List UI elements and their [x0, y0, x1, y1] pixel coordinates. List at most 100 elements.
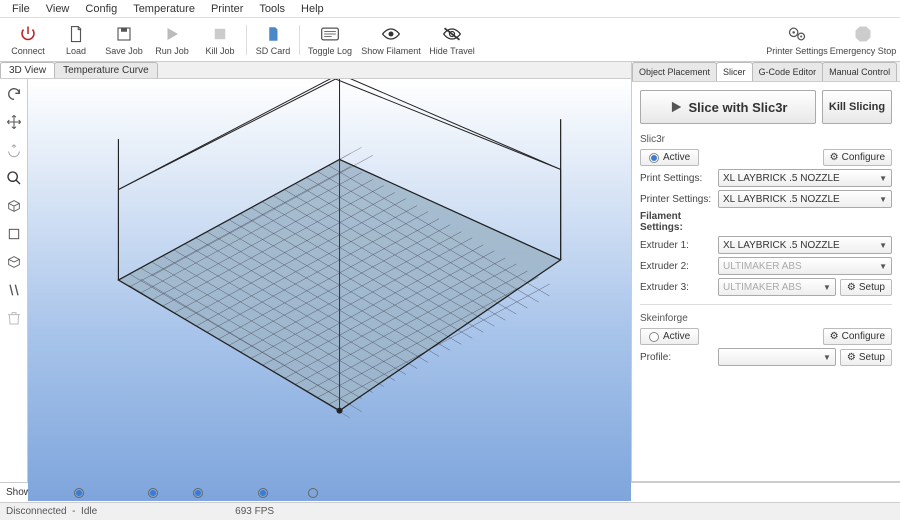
connect-button[interactable]: Connect — [4, 18, 52, 62]
extruder1-label: Extruder 1: — [640, 240, 714, 251]
menu-help[interactable]: Help — [293, 3, 332, 15]
play-icon — [669, 100, 683, 114]
printer-settings-button[interactable]: Printer Settings — [764, 18, 830, 62]
load-label: Load — [66, 46, 86, 56]
iso-view-tool[interactable] — [3, 195, 25, 217]
tab-temperature-curve[interactable]: Temperature Curve — [54, 62, 158, 78]
menu-printer[interactable]: Printer — [203, 3, 251, 15]
eye-icon — [381, 24, 401, 44]
save-label: Save Job — [105, 46, 143, 56]
eye-off-icon — [442, 24, 462, 44]
kill-label: Kill Job — [205, 46, 234, 56]
tab-3d-view[interactable]: 3D View — [0, 62, 55, 78]
extruder2-select: ULTIMAKER ABS▼ — [718, 257, 892, 275]
stop-icon — [210, 24, 230, 44]
slicer-panel: Slice with Slic3r Kill Slicing Slic3r Ac… — [632, 82, 900, 481]
extruder3-label: Extruder 3: — [640, 282, 714, 293]
estop-label: Emergency Stop — [830, 46, 897, 56]
reset-view-tool[interactable] — [3, 83, 25, 105]
toggle-log-button[interactable]: Toggle Log — [302, 18, 358, 62]
sd-card-button[interactable]: SD Card — [249, 18, 297, 62]
skeinforge-active-radio[interactable]: Active — [640, 328, 699, 345]
main-toolbar: Connect Load Save Job Run Job Kill Job S… — [0, 18, 900, 62]
profile-label: Profile: — [640, 352, 714, 363]
left-body — [0, 79, 631, 501]
menu-view[interactable]: View — [38, 3, 78, 15]
status-bar: Disconnected - Idle 693 FPS — [0, 502, 900, 520]
3d-viewport[interactable] — [28, 79, 631, 501]
run-job-button[interactable]: Run Job — [148, 18, 196, 62]
profile-select[interactable]: ▼ — [718, 348, 836, 366]
filament-settings-label: Filament Settings: — [640, 211, 714, 233]
active-label: Active — [663, 152, 690, 163]
extruder1-select[interactable]: XL LAYBRICK .5 NOZZLE ▼ — [718, 236, 892, 254]
save-job-button[interactable]: Save Job — [100, 18, 148, 62]
slic3r-configure-button[interactable]: ⚙Configure — [823, 149, 892, 166]
menu-config[interactable]: Config — [77, 3, 125, 15]
extruder2-label: Extruder 2: — [640, 261, 714, 272]
show-filament-button[interactable]: Show Filament — [358, 18, 424, 62]
right-tabs: Object Placement Slicer G-Code Editor Ma… — [632, 62, 900, 82]
chevron-down-icon: ▼ — [823, 283, 831, 292]
kill-slicing-button[interactable]: Kill Slicing — [822, 90, 892, 124]
slic3r-active-radio[interactable]: Active — [640, 149, 699, 166]
menu-bar: File View Config Temperature Printer Too… — [0, 0, 900, 18]
menu-file[interactable]: File — [4, 3, 38, 15]
connect-label: Connect — [11, 46, 45, 56]
chevron-down-icon: ▼ — [823, 353, 831, 362]
menu-temperature[interactable]: Temperature — [125, 3, 203, 15]
tab-manual-control[interactable]: Manual Control — [822, 62, 897, 81]
skeinforge-setup-button[interactable]: ⚙Setup — [840, 349, 892, 366]
gears-icon — [787, 24, 807, 44]
chevron-down-icon: ▼ — [879, 262, 887, 271]
select-value: XL LAYBRICK .5 NOZZLE — [723, 194, 840, 205]
chevron-down-icon: ▼ — [879, 241, 887, 250]
setup-label: Setup — [859, 282, 885, 293]
status-connection: Disconnected — [6, 506, 67, 517]
kill-job-button[interactable]: Kill Job — [196, 18, 244, 62]
show-label: Show Filament — [361, 46, 421, 56]
psettings-label: Printer Settings — [766, 46, 828, 56]
status-state: Idle — [81, 506, 97, 517]
chevron-down-icon: ▼ — [879, 174, 887, 183]
skeinforge-configure-button[interactable]: ⚙Configure — [823, 328, 892, 345]
front-view-tool[interactable] — [3, 223, 25, 245]
gear-icon: ⚙ — [830, 152, 839, 163]
slice-button[interactable]: Slice with Slic3r — [640, 90, 816, 124]
hide-travel-button[interactable]: Hide Travel — [424, 18, 480, 62]
emergency-stop-button[interactable]: Emergency Stop — [830, 18, 896, 62]
tab-object-placement[interactable]: Object Placement — [632, 62, 717, 81]
tab-slicer[interactable]: Slicer — [716, 62, 753, 81]
extruder3-select: ULTIMAKER ABS▼ — [718, 278, 836, 296]
menu-tools[interactable]: Tools — [251, 3, 293, 15]
toggle-label: Toggle Log — [308, 46, 352, 56]
print-settings-select[interactable]: XL LAYBRICK .5 NOZZLE▼ — [718, 169, 892, 187]
setup-label: Setup — [859, 352, 885, 363]
document-icon — [66, 24, 86, 44]
status-fps: 693 FPS — [235, 506, 274, 517]
printer-settings-select[interactable]: XL LAYBRICK .5 NOZZLE ▼ — [718, 190, 892, 208]
skeinforge-title: Skeinforge — [640, 313, 892, 324]
delete-tool[interactable] — [3, 307, 25, 329]
separator — [246, 25, 247, 55]
estop-icon — [853, 24, 873, 44]
divider — [640, 304, 892, 305]
load-button[interactable]: Load — [52, 18, 100, 62]
select-value: XL LAYBRICK .5 NOZZLE — [723, 240, 840, 251]
chevron-down-icon: ▼ — [879, 195, 887, 204]
configure-label: Configure — [842, 152, 885, 163]
save-icon — [114, 24, 134, 44]
zoom-tool[interactable] — [3, 167, 25, 189]
parallel-tool[interactable] — [3, 279, 25, 301]
power-icon — [18, 24, 38, 44]
rotate-tool[interactable] — [3, 139, 25, 161]
hide-label: Hide Travel — [429, 46, 475, 56]
main-area: 3D View Temperature Curve — [0, 62, 900, 482]
slic3r-setup-button[interactable]: ⚙Setup — [840, 279, 892, 296]
top-view-tool[interactable] — [3, 251, 25, 273]
print-settings-label: Print Settings: — [640, 173, 714, 184]
left-panel: 3D View Temperature Curve — [0, 62, 632, 481]
tab-gcode-editor[interactable]: G-Code Editor — [752, 62, 824, 81]
move-tool[interactable] — [3, 111, 25, 133]
slice-label: Slice with Slic3r — [689, 100, 788, 115]
